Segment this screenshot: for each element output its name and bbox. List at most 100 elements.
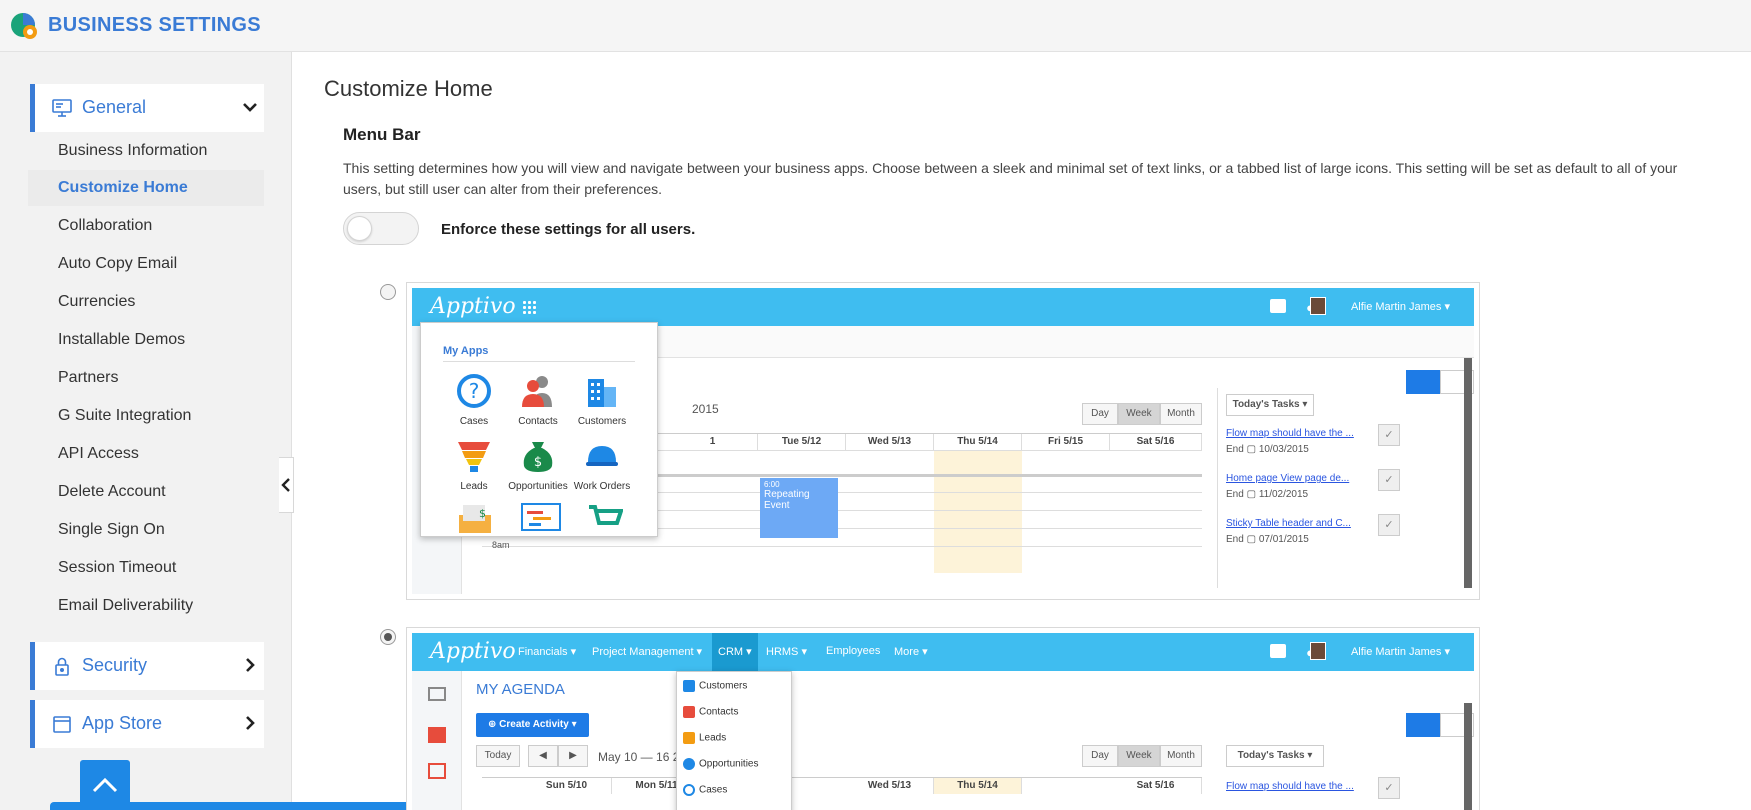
nav-more: More ▾ — [894, 646, 928, 658]
building-icon — [588, 379, 616, 407]
nav-hrms: HRMS ▾ — [766, 646, 807, 658]
nav-financials: Financials ▾ — [518, 646, 577, 658]
chevron-up-icon — [92, 777, 118, 793]
task-end: End ▢ 11/02/2015 — [1226, 489, 1309, 500]
app-contacts: Contacts — [507, 373, 569, 427]
prev-button: ◀ — [528, 745, 558, 767]
calendar-event: 6:00 Repeating Event — [760, 478, 838, 538]
avatar — [1310, 642, 1326, 660]
section-title: Menu Bar — [343, 125, 421, 144]
day-header: Sat 5/16 — [1110, 434, 1202, 450]
my-apps-dropdown: My Apps ? Cases Contacts Customers Leads… — [420, 322, 658, 537]
preview-left-rail — [412, 671, 462, 810]
task-link: Flow map should have the ... — [1226, 428, 1354, 439]
apptivo-logo: Apptivo — [430, 294, 516, 319]
agenda-title: MY AGENDA — [476, 681, 565, 698]
sidebar-item-email-deliverability[interactable]: Email Deliverability — [28, 588, 264, 624]
todays-tasks-button: Today's Tasks ▾ — [1226, 394, 1314, 416]
page-title: Customize Home — [324, 76, 493, 101]
task-check-icon: ✓ — [1378, 514, 1400, 536]
chevron-left-icon — [281, 478, 290, 492]
svg-text:$: $ — [534, 455, 542, 470]
collapse-sidebar-button[interactable] — [279, 457, 294, 513]
money-bag-icon — [683, 758, 695, 770]
view-week: Week — [1118, 745, 1160, 767]
sidebar-item-business-information[interactable]: Business Information — [28, 133, 264, 169]
crm-item-customers: Customers — [683, 680, 747, 692]
sidebar-item-g-suite-integration[interactable]: G Suite Integration — [28, 398, 264, 434]
cart-icon — [589, 505, 623, 525]
menu-style-radio-icons[interactable] — [380, 284, 396, 300]
sidebar-item-currencies[interactable]: Currencies — [28, 284, 264, 320]
sidebar-section-label: Security — [82, 655, 148, 675]
divider — [443, 361, 635, 362]
menu-style-radio-text[interactable] — [380, 629, 396, 645]
app-grid-icon — [522, 300, 536, 314]
sidebar-item-installable-demos[interactable]: Installable Demos — [28, 322, 264, 358]
money-bag-icon: $ — [523, 442, 553, 472]
calendar-view-icon — [1406, 713, 1440, 737]
chevron-right-icon — [246, 716, 255, 730]
monitor-icon — [52, 99, 72, 117]
app-customers: Customers — [571, 373, 633, 427]
funnel-icon — [683, 732, 695, 744]
today-button: Today — [476, 745, 520, 767]
event-title: Repeating Event — [764, 489, 810, 511]
view-day: Day — [1082, 745, 1118, 767]
sidebar-item-collaboration[interactable]: Collaboration — [28, 208, 264, 244]
sidebar-item-single-sign-on[interactable]: Single Sign On — [28, 512, 264, 548]
svg-text:$: $ — [479, 507, 486, 520]
create-activity-button: ⊕ Create Activity ▾ — [476, 713, 589, 737]
sidebar-section-label: General — [82, 97, 147, 117]
chevron-right-icon — [246, 658, 255, 672]
event-time: 6:00 — [764, 480, 780, 489]
sidebar-section-security[interactable]: Security — [30, 642, 264, 690]
enforce-settings-label: Enforce these settings for all users. — [441, 221, 696, 238]
preview-header: Apptivo ● Alfie Martin James ▾ — [412, 288, 1474, 326]
year-text: 2015 — [692, 402, 719, 416]
nav-project-management: Project Management ▾ — [592, 646, 703, 658]
task-check-icon: ✓ — [1378, 777, 1400, 799]
store-icon — [53, 716, 71, 733]
task-link: Sticky Table header and C... — [1226, 518, 1351, 529]
task-link: Home page View page de... — [1226, 473, 1350, 484]
preview-icon-launcher[interactable]: Apptivo ● Alfie Martin James ▾ 2015 Day … — [406, 282, 1480, 600]
nav-employees: Employees — [826, 645, 881, 657]
helmet-icon — [586, 446, 618, 466]
building-icon — [683, 680, 695, 692]
toggle-knob — [347, 216, 372, 241]
enforce-settings-toggle[interactable] — [343, 212, 419, 245]
section-description: This setting determines how you will vie… — [343, 160, 1678, 197]
day-header: Wed 5/13 — [846, 778, 934, 794]
day-header: Wed 5/13 — [846, 434, 934, 450]
preview-text-menu[interactable]: Apptivo Financials ▾ Project Management … — [406, 627, 1480, 810]
sidebar-item-partners[interactable]: Partners — [28, 360, 264, 396]
calendar-grid: Sun 5/10 Mon 5/11 Wed 5/13 Thu 5/14 Sat … — [482, 777, 1202, 807]
task-end: End ▢ 10/03/2015 — [1226, 444, 1309, 455]
crm-dropdown: Customers Contacts Leads Opportunities C… — [676, 671, 792, 810]
sidebar-item-customize-home[interactable]: Customize Home — [28, 170, 264, 206]
crm-item-opportunities: Opportunities — [683, 758, 758, 770]
question-icon: ? — [457, 374, 491, 408]
time-label: 8am — [492, 540, 510, 550]
nav-crm: CRM ▾ — [712, 633, 758, 671]
crm-item-leads: Leads — [683, 732, 726, 744]
day-header: Fri 5/15 — [1022, 434, 1110, 450]
app-cases: ? Cases — [443, 373, 505, 427]
app-title: BUSINESS SETTINGS — [48, 14, 261, 36]
news-icon — [428, 727, 446, 743]
sidebar-item-session-timeout[interactable]: Session Timeout — [28, 550, 264, 586]
sidebar-item-auto-copy-email[interactable]: Auto Copy Email — [28, 246, 264, 282]
sidebar: General Business Information Customize H… — [0, 52, 292, 810]
preview-scrollbar — [1464, 703, 1472, 810]
app-leads: Leads — [443, 438, 505, 492]
my-apps-title: My Apps — [443, 345, 489, 357]
lock-icon — [55, 657, 69, 676]
sidebar-item-api-access[interactable]: API Access — [28, 436, 264, 472]
sidebar-section-app-store[interactable]: App Store — [30, 700, 264, 748]
sidebar-item-delete-account[interactable]: Delete Account — [28, 474, 264, 510]
app-work-orders: Work Orders — [571, 438, 633, 492]
sidebar-section-general[interactable]: General — [30, 84, 264, 132]
agenda-icon — [428, 687, 446, 701]
sidebar-section-label: App Store — [82, 713, 163, 733]
